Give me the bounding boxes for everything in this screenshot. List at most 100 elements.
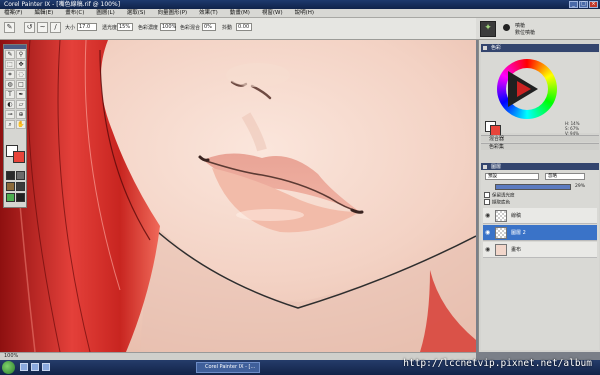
quick-launch-icon[interactable] [31, 363, 39, 371]
mixer-title: 混合器 [489, 136, 505, 142]
opacity-label: 透光度 [102, 25, 118, 31]
dodge-icon[interactable]: ◐ [5, 100, 15, 109]
dropper-icon[interactable]: ⚲ [16, 50, 26, 59]
menu-help[interactable]: 說明(H) [295, 9, 314, 17]
color-mix-field[interactable]: 0% [202, 23, 216, 31]
selection-icon[interactable]: ⬚ [5, 60, 15, 69]
menu-layers[interactable]: 圖層(L) [96, 9, 114, 17]
close-button[interactable]: × [589, 1, 598, 8]
stroke-line-icon[interactable]: / [50, 22, 61, 33]
weave-selector-icon[interactable] [16, 193, 25, 202]
eraser-icon[interactable]: ▱ [16, 100, 26, 109]
pick-up-underlying-checkbox[interactable]: 擷取底色 [484, 199, 510, 206]
mixer-panel-header[interactable]: 混合器 [481, 135, 599, 142]
opacity-field[interactable]: 15% [117, 23, 133, 31]
collapse-icon[interactable] [483, 165, 487, 169]
pattern-selector-icon[interactable] [16, 171, 25, 180]
menu-effects[interactable]: 效果(T) [199, 9, 218, 17]
painting [0, 40, 476, 352]
layer-name: 圖層 2 [511, 230, 526, 236]
brush-variant[interactable]: 數位噴槍 [515, 29, 535, 36]
layer-name: 線稿 [511, 213, 522, 219]
collapse-icon[interactable] [483, 46, 487, 50]
property-bar: ✎ ↺ ~ / 大小 17.0 透光度 15% 色彩濃度 100% 色彩混合 0… [0, 18, 476, 40]
additional-color-swatch[interactable] [13, 151, 25, 163]
menu-bar: 檔案(F) 編輯(E) 畫布(C) 圖層(L) 選取(S) 向量圖形(P) 效果… [0, 9, 600, 18]
eye-icon[interactable]: ◉ [485, 229, 490, 236]
lasso-icon[interactable]: ◌ [16, 70, 26, 79]
eye-icon[interactable]: ◉ [485, 212, 490, 219]
preserve-transparency-label: 保留透光度 [492, 193, 515, 199]
gradient-selector-icon[interactable] [6, 182, 15, 191]
quick-launch-icon[interactable] [20, 363, 28, 371]
stroke-freehand-icon[interactable]: ~ [37, 22, 48, 33]
color-picker[interactable]: H: 14% S: 67% V: 94% [481, 53, 599, 136]
layer-row[interactable]: ◉ 線稿 [483, 208, 597, 224]
size-field[interactable]: 17.0 [77, 23, 97, 31]
title-bar: Corel Painter IX - [嘴色線稿.rif @ 100%] _ □… [0, 0, 600, 9]
start-button[interactable] [2, 361, 15, 374]
painting-canvas[interactable] [0, 40, 476, 352]
quick-launch [20, 363, 50, 371]
pick-up-underlying-label: 擷取底色 [492, 200, 510, 206]
menu-file[interactable]: 檔案(F) [4, 9, 22, 17]
jitter-label: 抖動 [222, 25, 233, 31]
minimize-button[interactable]: _ [569, 1, 578, 8]
layer-row-selected[interactable]: ◉ 圖層 2 [483, 225, 597, 241]
shape-icon[interactable]: □ [16, 80, 26, 89]
maximize-button[interactable]: □ [579, 1, 588, 8]
value-triangle-highlight [517, 81, 531, 97]
crop-icon[interactable]: ⌗ [5, 70, 15, 79]
airbrush-icon[interactable]: ✦ [480, 21, 496, 37]
dab-preview-icon [503, 24, 510, 31]
look-selector-icon[interactable] [6, 193, 15, 202]
brush-tool-icon[interactable]: ✎ [5, 50, 15, 59]
clone-icon[interactable]: ⊕ [16, 110, 26, 119]
brush-category[interactable]: 噴槍 [515, 22, 525, 29]
jitter-field[interactable]: 0.00 [236, 23, 252, 31]
menu-select[interactable]: 選取(S) [127, 9, 146, 17]
eyedropper-icon[interactable]: ⊸ [5, 110, 15, 119]
brush-tool-icon[interactable]: ✎ [4, 22, 15, 33]
colors-panel-header[interactable]: 色彩 [481, 44, 599, 52]
eye-icon[interactable]: ◉ [485, 246, 490, 253]
paint-bucket-icon[interactable]: ◍ [5, 80, 15, 89]
hsv-readout: H: 14% S: 67% V: 94% [565, 121, 580, 136]
composite-depth-select[interactable]: 忽略 [545, 173, 585, 180]
text-icon[interactable]: T [5, 90, 15, 99]
menu-edit[interactable]: 編輯(E) [34, 9, 53, 17]
color-sets-title: 色彩集 [489, 144, 505, 150]
color-sets-panel-header[interactable]: 色彩集 [481, 143, 599, 150]
layer-opacity-slider[interactable] [495, 184, 571, 190]
reset-icon[interactable]: ↺ [24, 22, 35, 33]
nozzle-selector-icon[interactable] [16, 182, 25, 191]
layer-thumbnail [495, 227, 507, 239]
menu-canvas[interactable]: 畫布(C) [65, 9, 84, 17]
magnifier-icon[interactable]: ⌕ [5, 120, 15, 129]
palette-panel: 色彩 H: 14% S: 67% V: 94% 混合器 色彩集 圖層 預設 忽略… [478, 40, 600, 352]
toolbox: ✎ ⚲ ⬚ ✥ ⌗ ◌ ◍ □ T ✒ ◐ ▱ ⊸ ⊕ ⌕ ✋ [3, 44, 27, 208]
taskbar-item-painter[interactable]: Corel Painter IX - [... [196, 362, 260, 373]
brush-selector[interactable]: ✦ 噴槍 數位噴槍 [476, 18, 600, 40]
watermark-url: http://lccnetvip.pixnet.net/album [403, 358, 592, 369]
transform-icon[interactable]: ✥ [16, 60, 26, 69]
layer-name: 畫布 [511, 247, 522, 253]
quick-launch-icon[interactable] [42, 363, 50, 371]
layer-row[interactable]: ◉ 畫布 [483, 242, 597, 258]
color-concentration-label: 色彩濃度 [138, 25, 159, 31]
composite-method-select[interactable]: 預設 [485, 173, 539, 180]
color-concentration-field[interactable]: 100% [160, 23, 176, 31]
pen-icon[interactable]: ✒ [16, 90, 26, 99]
menu-movie[interactable]: 動畫(M) [230, 9, 250, 17]
window-title: Corel Painter IX - [嘴色線稿.rif @ 100%] [4, 1, 121, 8]
grabber-icon[interactable]: ✋ [16, 120, 26, 129]
layer-opacity-value: 29% [575, 184, 586, 189]
zoom-level: 100% [4, 353, 19, 359]
paper-selector-icon[interactable] [6, 171, 15, 180]
menu-shapes[interactable]: 向量圖形(P) [158, 9, 188, 17]
layer-thumbnail [495, 210, 507, 222]
size-label: 大小 [65, 25, 76, 31]
colors-panel-title: 色彩 [491, 45, 502, 51]
menu-window[interactable]: 視窗(W) [262, 9, 283, 17]
preserve-transparency-checkbox[interactable]: 保留透光度 [484, 192, 515, 199]
